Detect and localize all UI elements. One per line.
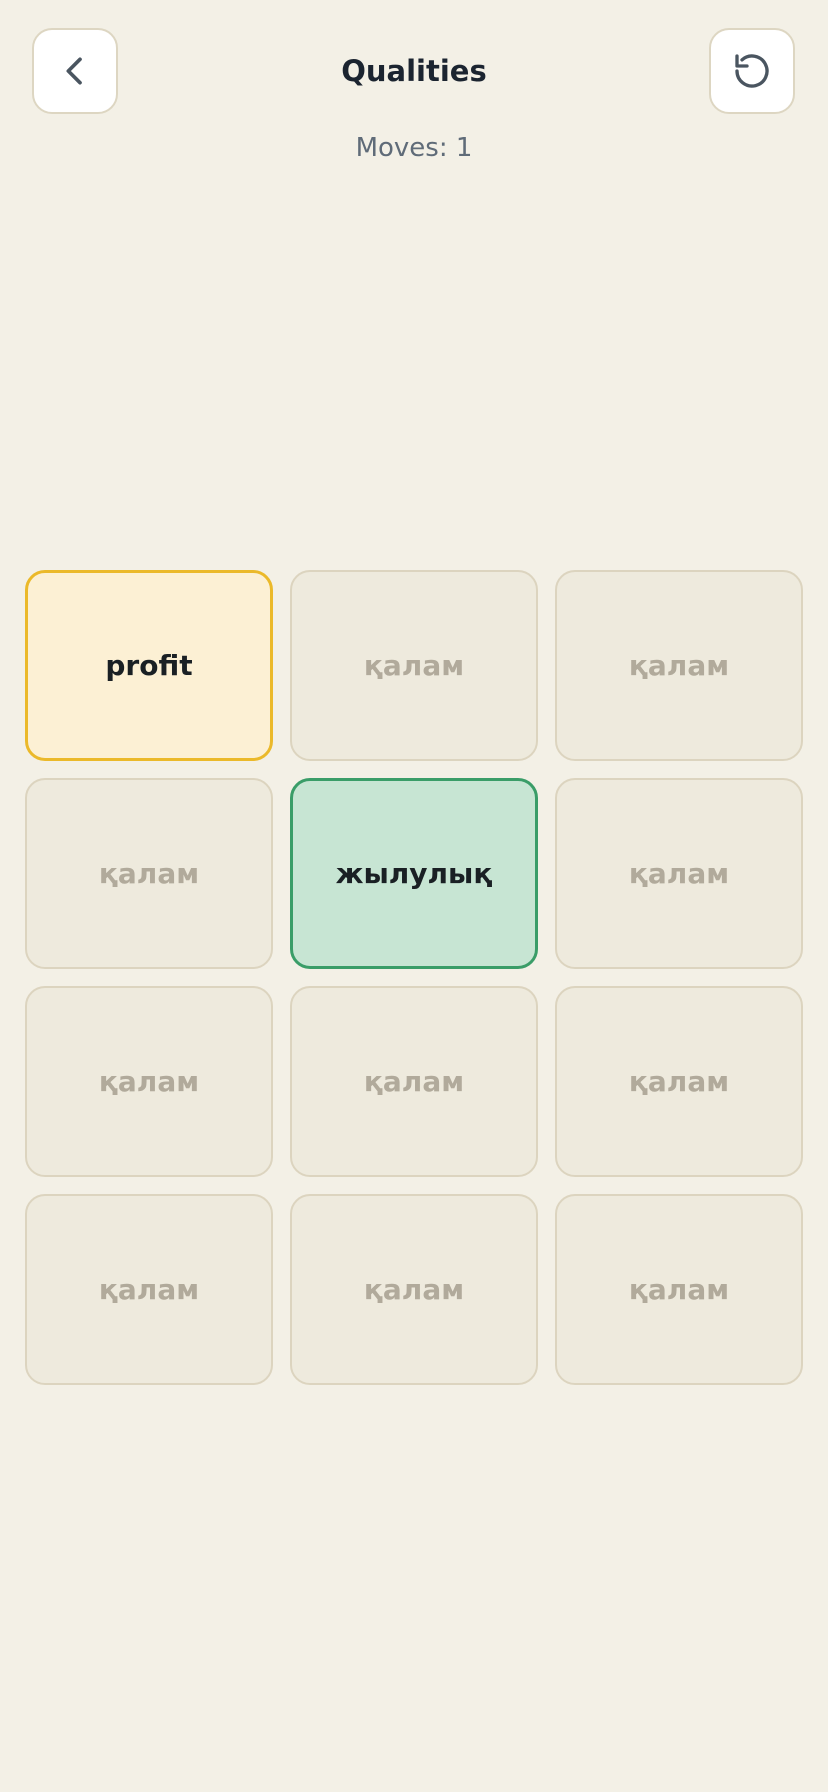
card-tile[interactable]: қалам xyxy=(555,1194,803,1385)
card-tile[interactable]: қалам xyxy=(555,778,803,969)
moves-counter: Moves: 1 xyxy=(355,133,473,163)
card-tile[interactable]: қалам xyxy=(290,986,538,1177)
card-tile[interactable]: жылулық xyxy=(290,778,538,969)
card-tile[interactable]: қалам xyxy=(290,1194,538,1385)
card-tile[interactable]: қалам xyxy=(555,570,803,761)
card-grid: profit қалам қалам қалам жылулық қалам қ… xyxy=(25,570,803,1385)
card-tile[interactable]: қалам xyxy=(25,778,273,969)
page-title: Qualities xyxy=(341,54,487,88)
card-tile[interactable]: қалам xyxy=(555,986,803,1177)
rotate-ccw-icon xyxy=(732,51,772,91)
card-tile[interactable]: profit xyxy=(25,570,273,761)
reset-button[interactable] xyxy=(709,28,795,114)
card-tile[interactable]: қалам xyxy=(25,986,273,1177)
card-tile[interactable]: қалам xyxy=(25,1194,273,1385)
card-tile[interactable]: қалам xyxy=(290,570,538,761)
